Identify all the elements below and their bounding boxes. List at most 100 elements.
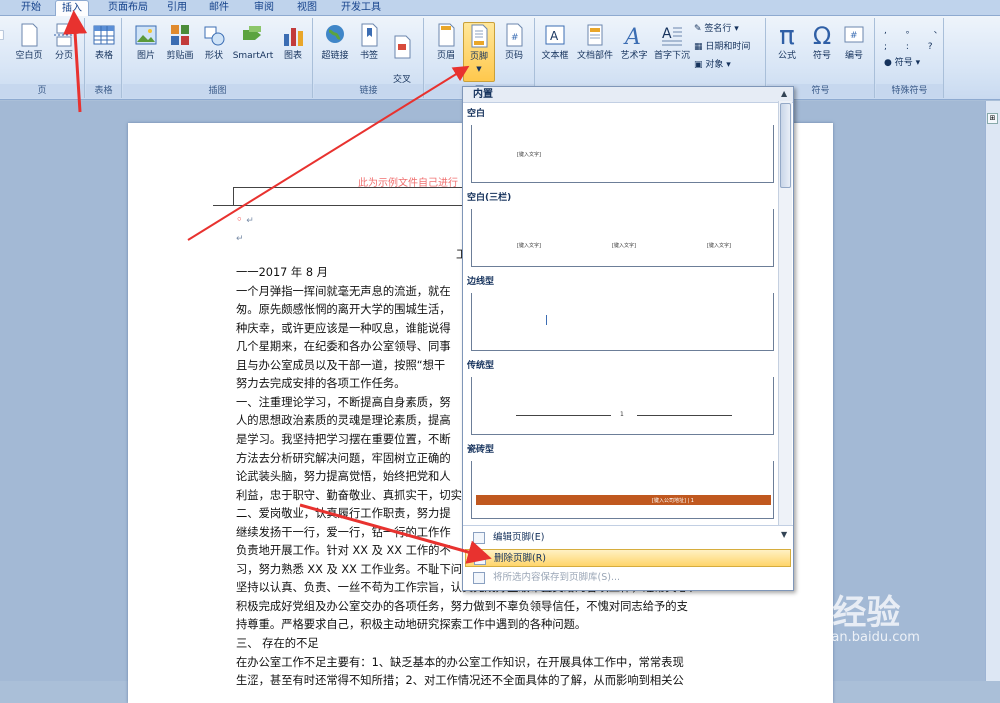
chart-button[interactable]: 图表 — [279, 22, 307, 62]
footer-icon — [471, 24, 488, 48]
tab-review[interactable]: 审阅 — [245, 0, 283, 16]
tile-footer-bar — [476, 495, 771, 505]
dropcap-button[interactable]: A 首字下沉 — [652, 22, 692, 62]
clipart-button[interactable]: 剪贴画 — [163, 22, 197, 62]
delete-footer-menu-item[interactable]: 删除页脚(R) — [465, 549, 791, 567]
textbox-button[interactable]: A 文本框 — [538, 22, 572, 62]
tab-mailings[interactable]: 邮件 — [200, 0, 238, 16]
special-punct-row2[interactable]: ; : ? — [884, 40, 941, 54]
footer-option-sideline[interactable] — [471, 293, 774, 351]
bookmark-button[interactable]: 书签 — [356, 22, 382, 62]
traditional-rule-left — [516, 415, 611, 416]
bookmark-icon — [361, 23, 378, 47]
document-line: 在办公室工作不足主要有：1、缺乏基本的办公室工作知识，在开展具体工作中，常常表现 — [236, 655, 684, 669]
signature-line-label: 签名行 — [704, 24, 732, 34]
header-mark: ◦ ↵ — [236, 213, 254, 226]
smartart-button[interactable]: SmartArt — [231, 22, 275, 62]
group-links-label: 链接 — [314, 84, 423, 98]
group-tables-label: 表格 — [86, 84, 121, 98]
page-number-label: 页码 — [504, 51, 523, 61]
ribbon-tab-bar: 开始 插入 页面布局 引用 邮件 审阅 视图 开发工具 — [0, 0, 1000, 17]
document-line: 人的思想政治素质的灵魂是理论素质，提高 — [236, 414, 451, 428]
equation-label: 公式 — [777, 51, 796, 61]
page-break-label: 分页 — [54, 51, 73, 61]
document-line: 负责地开展工作。针对 XX 及 XX 工作的不 — [236, 544, 451, 558]
tab-developer[interactable]: 开发工具 — [333, 0, 389, 16]
object-label: 对象 — [705, 60, 724, 70]
save-to-gallery-label: 将所选内容保存到页脚库(S)... — [493, 572, 621, 583]
footer-option-blank[interactable]: [键入文字] — [471, 125, 774, 183]
document-line: 是学习。我坚持把学习摆在重要位置，不断 — [236, 432, 451, 446]
symbol-button[interactable]: Ω 符号 — [807, 22, 837, 62]
vertical-scrollbar[interactable] — [985, 101, 1000, 681]
footer-button[interactable]: 页脚 ▼ — [463, 22, 495, 82]
gallery-scroll-thumb[interactable] — [780, 103, 791, 188]
signature-line-button[interactable]: ✎ 签名行 ▾ — [694, 22, 739, 36]
picture-button[interactable]: 图片 — [133, 22, 159, 62]
number-button[interactable]: # 编号 — [839, 22, 869, 62]
header-button[interactable]: 页眉 — [431, 22, 461, 62]
tab-insert[interactable]: 插入 — [55, 0, 89, 17]
document-line: 努力去完成安排的各项工作任务。 — [236, 377, 406, 391]
object-button[interactable]: ▣ 对象 ▾ — [694, 58, 731, 72]
chart-icon — [284, 28, 303, 46]
document-line: 匆。原先颇感怅惘的离开大学的围城生活， — [236, 303, 451, 317]
document-line: 种庆幸，或许更应该是一种叹息，谁能说得 — [236, 321, 451, 335]
group-illustrations-label: 插图 — [123, 84, 312, 98]
special-symbol-button[interactable]: ● 符号 ▾ — [884, 56, 920, 70]
gallery-section-blank: 空白 — [467, 109, 486, 119]
hyperlink-button[interactable]: 超链接 — [318, 22, 352, 62]
document-line: 论武装头脑，努力提高觉悟，始终把党和人 — [236, 470, 451, 484]
quickparts-button[interactable]: 文档部件 — [574, 22, 616, 62]
tab-references[interactable]: 引用 — [158, 0, 196, 16]
placeholder-text: [键入文字] — [517, 152, 541, 158]
equation-button[interactable]: π 公式 — [771, 22, 803, 62]
edit-footer-menu-item[interactable]: 编辑页脚(E) — [465, 529, 791, 547]
special-punct-row1[interactable]: , 。 、 — [884, 24, 951, 38]
footer-option-traditional[interactable]: 1 — [471, 377, 774, 435]
blank-page-button[interactable]: 空白页 — [12, 22, 46, 62]
document-line: 一个月弹指一挥间就毫无声息的流逝，就在 — [236, 284, 451, 298]
group-links: 超链接 书签 交叉 引用 链接 — [314, 18, 424, 98]
clipart-label: 剪贴画 — [166, 51, 194, 61]
placeholder-text-right: [键入文字] — [707, 243, 731, 249]
wordart-button[interactable]: A 艺术字 — [616, 22, 652, 62]
header-label: 页眉 — [436, 51, 455, 61]
page-break-button[interactable]: 分页 — [50, 22, 78, 62]
table-button[interactable]: 表格 — [90, 22, 118, 62]
footer-option-blank-three[interactable]: [键入文字] [键入文字] [键入文字] — [471, 209, 774, 267]
document-line: 且与办公室成员以及干部一道，按照“想干 — [236, 358, 446, 372]
svg-text:A: A — [623, 25, 641, 48]
picture-icon — [135, 25, 157, 45]
scroll-up-icon[interactable]: ▲ — [781, 89, 787, 98]
textbox-icon: A — [545, 25, 565, 45]
document-line: 几个星期来，在纪委和各办公室领导、同事 — [236, 340, 451, 354]
chart-label: 图表 — [283, 51, 302, 61]
datetime-button[interactable]: ▦ 日期和时间 — [694, 40, 750, 54]
wordart-label: 艺术字 — [620, 51, 648, 61]
group-tables: 表格 表格 — [86, 18, 122, 98]
svg-text:#: # — [850, 31, 858, 41]
tab-view[interactable]: 视图 — [288, 0, 326, 16]
document-line: 继续发扬干一行，爱一行，钻一行的工作作 — [236, 525, 451, 539]
gallery-scrollbar[interactable]: ▲ ▼ — [778, 89, 792, 539]
header-border-side — [233, 187, 234, 205]
tab-page-layout[interactable]: 页面布局 — [100, 0, 156, 16]
page-number-button[interactable]: # 页码 — [499, 22, 529, 62]
crossref-icon — [394, 35, 411, 59]
cover-page-button[interactable] — [0, 22, 10, 50]
gallery-section-sideline: 边线型 — [467, 277, 495, 287]
globe-icon — [326, 25, 344, 43]
dropcap-label: 首字下沉 — [653, 51, 690, 61]
footer-option-tile[interactable]: [键入公司地址] | 1 — [471, 461, 774, 519]
bookmark-label: 书签 — [359, 51, 378, 61]
tab-home[interactable]: 开始 — [10, 0, 52, 16]
svg-text:A: A — [550, 29, 559, 43]
empty-paragraph: ↵ — [236, 234, 244, 244]
ruler-toggle-icon[interactable]: ⊞ — [987, 113, 998, 124]
baidu-watermark: Bai 经验 — [760, 593, 901, 633]
table-icon — [93, 25, 115, 45]
shapes-button[interactable]: 形状 — [199, 22, 229, 62]
omega-icon: Ω — [812, 22, 832, 50]
edit-footer-icon — [473, 532, 485, 544]
